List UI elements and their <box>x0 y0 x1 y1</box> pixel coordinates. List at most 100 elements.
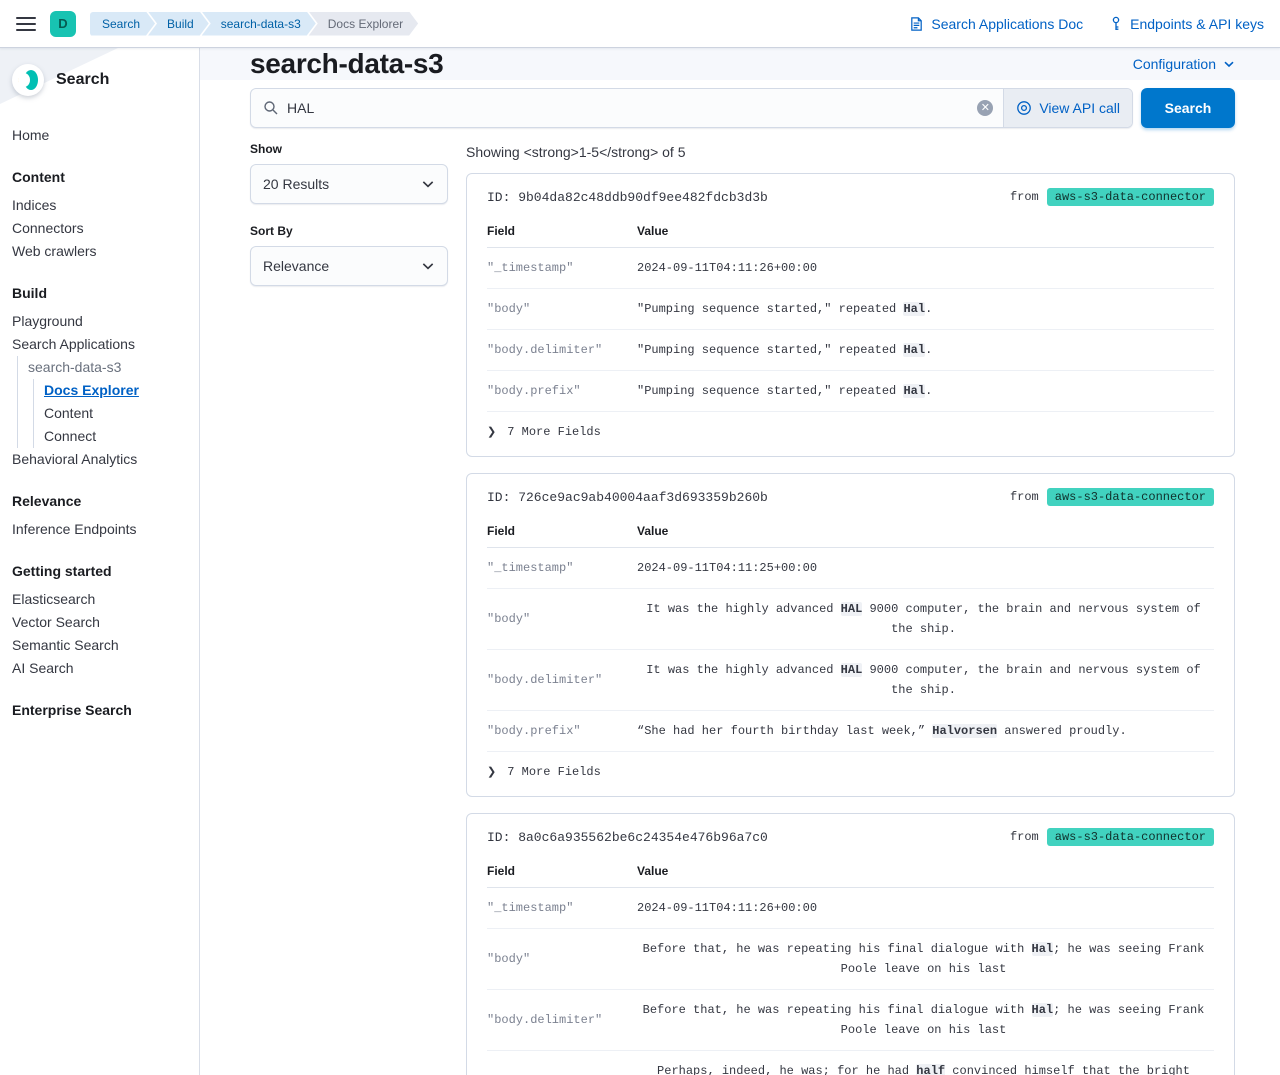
table-row: "_timestamp"2024-09-11T04:11:26+00:00 <box>487 248 1214 289</box>
sidebar-nav: Home Content IndicesConnectorsWeb crawlers… <box>0 106 199 718</box>
search-icon <box>263 100 279 116</box>
sidebar-item-elasticsearch[interactable]: Elasticsearch <box>12 588 191 611</box>
highlighted-term: Hal <box>1032 1003 1054 1017</box>
search-button[interactable]: Search <box>1141 88 1235 128</box>
sidebar-item-connect[interactable]: Connect <box>44 425 191 448</box>
page-title: search-data-s3 <box>250 48 443 80</box>
table-header-row: FieldValue <box>487 216 1214 248</box>
configuration-button[interactable]: Configuration <box>1133 56 1235 72</box>
top-link-label: Endpoints & API keys <box>1130 16 1264 32</box>
search-input-group: ✕ View API call <box>250 88 1133 128</box>
sidebar-item-behavioral-analytics[interactable]: Behavioral Analytics <box>12 448 191 471</box>
result-card: ID: 9b04da82c48ddb90df9ee482fdcb3d3b from… <box>466 173 1235 457</box>
endpoints-api-keys-link[interactable]: Endpoints & API keys <box>1109 16 1264 32</box>
from-label: from <box>1010 190 1039 204</box>
field-cell: "body.prefix" <box>487 1071 637 1075</box>
chevron-right-icon: ❯ <box>487 425 496 439</box>
show-select[interactable]: 20 Results <box>250 164 448 204</box>
source-badge: aws-s3-data-connector <box>1047 488 1214 506</box>
sidebar-item-search-data-s3[interactable]: search-data-s3 <box>28 356 191 379</box>
column-header-field: Field <box>487 864 637 878</box>
sidebar-item-playground[interactable]: Playground <box>12 310 191 333</box>
table-row: "body.delimiter"Before that, he was repe… <box>487 990 1214 1051</box>
sidebar-item-indices[interactable]: Indices <box>12 194 191 217</box>
field-cell: "_timestamp" <box>487 258 637 278</box>
sidebar-subtree: search-data-s3Docs ExplorerContentConnec… <box>17 356 191 448</box>
key-icon <box>1109 16 1123 32</box>
sidebar-section-header: Build <box>12 285 191 301</box>
field-cell: "body" <box>487 609 637 629</box>
table-row: "body.delimiter""Pumping sequence starte… <box>487 330 1214 371</box>
sidebar-section-relevance: Relevance Inference Endpoints <box>12 493 191 541</box>
source-badge: aws-s3-data-connector <box>1047 188 1214 206</box>
breadcrumb-search[interactable]: Search <box>90 12 155 36</box>
sidebar-item-ai-search[interactable]: AI Search <box>12 657 191 680</box>
more-fields-label: 7 More Fields <box>507 765 601 779</box>
top-link-label: Search Applications Doc <box>931 16 1083 32</box>
sidebar-section-build: Build PlaygroundSearch Applicationssearch… <box>12 285 191 471</box>
hamburger-icon[interactable] <box>16 17 36 31</box>
result-id: ID: 8a0c6a935562be6c24354e476b96a7c0 <box>487 830 768 845</box>
value-cell: It was the highly advanced HAL 9000 comp… <box>637 660 1214 700</box>
from-label: from <box>1010 830 1039 844</box>
highlighted-term: half <box>916 1064 945 1075</box>
sidebar: Search HomeContentIndicesConnectorsWeb c… <box>0 48 200 1075</box>
table-row: "body.prefix""Pumping sequence started,"… <box>487 371 1214 412</box>
highlighted-term: Hal <box>903 384 925 398</box>
table-row: "body"It was the highly advanced HAL 900… <box>487 589 1214 650</box>
chevron-down-icon <box>421 259 435 273</box>
highlighted-term: Hal <box>1032 942 1054 956</box>
sidebar-item-vector-search[interactable]: Vector Search <box>12 611 191 634</box>
column-header-field: Field <box>487 224 637 238</box>
more-fields-toggle[interactable]: ❯7 More Fields <box>487 412 1214 448</box>
breadcrumb-build[interactable]: Build <box>148 12 209 36</box>
value-cell: 2024-09-11T04:11:26+00:00 <box>637 898 1214 918</box>
from-label: from <box>1010 490 1039 504</box>
table-row: "body"Before that, he was repeating his … <box>487 929 1214 990</box>
result-card-header: ID: 8a0c6a935562be6c24354e476b96a7c0 from… <box>487 828 1214 846</box>
result-card: ID: 726ce9ac9ab40004aaf3d693359b260bfrom… <box>466 473 1235 797</box>
search-query-input[interactable] <box>287 100 977 116</box>
breadcrumb: SearchBuildsearch-data-s3Docs Explorer <box>90 12 418 36</box>
column-header-value: Value <box>637 864 1214 878</box>
sidebar-item-semantic-search[interactable]: Semantic Search <box>12 634 191 657</box>
sidebar-item-docs-explorer[interactable]: Docs Explorer <box>44 379 191 402</box>
result-id: ID: 9b04da82c48ddb90df9ee482fdcb3d3b <box>487 190 768 205</box>
value-cell: “She had her fourth birthday last week,”… <box>637 721 1214 741</box>
chevron-right-icon: ❯ <box>487 765 496 779</box>
sidebar-item-inference-endpoints[interactable]: Inference Endpoints <box>12 518 191 541</box>
sidebar-item-search-applications[interactable]: Search Applications <box>12 333 191 356</box>
value-cell: 2024-09-11T04:11:25+00:00 <box>637 558 1214 578</box>
sidebar-section-header: Relevance <box>12 493 191 509</box>
column-header-value: Value <box>637 524 1214 538</box>
field-cell: "body.delimiter" <box>487 1010 637 1030</box>
show-label: Show <box>250 142 448 156</box>
table-row: "body.prefix"Perhaps, indeed, he was; fo… <box>487 1051 1214 1075</box>
sidebar-item-web-crawlers[interactable]: Web crawlers <box>12 240 191 263</box>
page-header: search-data-s3 Configuration <box>200 48 1280 80</box>
deployment-badge[interactable]: D <box>50 11 76 37</box>
configuration-label: Configuration <box>1133 56 1216 72</box>
highlighted-term: Halvorsen <box>932 724 997 738</box>
field-cell: "body.delimiter" <box>487 670 637 690</box>
sidebar-item-home[interactable]: Home <box>12 124 191 147</box>
clear-icon[interactable]: ✕ <box>977 100 993 116</box>
results-filters: Show 20 Results Sort By Relevance <box>250 142 448 1075</box>
table-header-row: FieldValue <box>487 856 1214 888</box>
breadcrumb-search-data-s3[interactable]: search-data-s3 <box>202 12 316 36</box>
value-cell: 2024-09-11T04:11:26+00:00 <box>637 258 1214 278</box>
view-api-call-label: View API call <box>1039 100 1120 116</box>
search-applications-doc-link[interactable]: Search Applications Doc <box>909 16 1083 32</box>
column-header-field: Field <box>487 524 637 538</box>
sidebar-subtree: Docs ExplorerContentConnect <box>33 379 191 448</box>
sort-by-select[interactable]: Relevance <box>250 246 448 286</box>
result-source: fromaws-s3-data-connector <box>1010 828 1214 846</box>
view-api-call-button[interactable]: View API call <box>1003 89 1132 127</box>
value-cell: "Pumping sequence started," repeated Hal… <box>637 381 1214 401</box>
sidebar-item-connectors[interactable]: Connectors <box>12 217 191 240</box>
field-cell: "body.prefix" <box>487 381 637 401</box>
column-header-value: Value <box>637 224 1214 238</box>
value-cell: "Pumping sequence started," repeated Hal… <box>637 340 1214 360</box>
more-fields-toggle[interactable]: ❯ 7 More Fields <box>487 752 1214 788</box>
sidebar-item-content[interactable]: Content <box>44 402 191 425</box>
